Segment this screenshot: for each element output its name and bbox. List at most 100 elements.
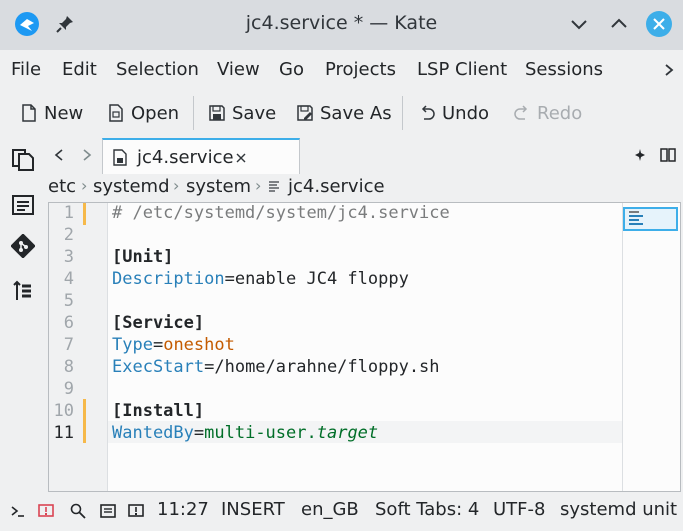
code-line[interactable]: Type=oneshot xyxy=(112,335,235,355)
tab-label: jc4.service xyxy=(137,147,234,168)
code-line[interactable]: Description=enable JC4 floppy xyxy=(112,269,409,289)
line-number: 8 xyxy=(63,357,74,377)
menu-file[interactable]: File xyxy=(11,59,41,80)
tab-close-icon[interactable] xyxy=(235,152,247,164)
code-token: target xyxy=(316,423,379,443)
breadcrumb-systemd[interactable]: systemd xyxy=(93,176,170,197)
breadcrumb-etc[interactable]: etc xyxy=(48,176,76,197)
code-token: Type xyxy=(112,335,153,355)
minimap-line xyxy=(629,215,643,217)
status-bar: 11:27 INSERT en_GB Soft Tabs: 4 UTF-8 sy… xyxy=(0,492,683,531)
minimap-line xyxy=(629,223,643,225)
breadcrumb-system[interactable]: system xyxy=(186,176,251,197)
menu-lsp-client[interactable]: LSP Client xyxy=(417,59,507,80)
line-number: 5 xyxy=(63,291,74,311)
open-button[interactable]: Open xyxy=(107,100,179,126)
menu-overflow-icon[interactable] xyxy=(662,62,676,78)
breadcrumb-separator-icon: › xyxy=(173,176,180,195)
minimap-line xyxy=(629,211,639,213)
breadcrumb-separator-icon: › xyxy=(255,176,262,195)
new-document-icon xyxy=(22,104,36,122)
text-file-icon xyxy=(269,181,279,192)
new-button[interactable]: New xyxy=(20,100,83,126)
save-button[interactable]: Save xyxy=(208,100,276,126)
code-token: = xyxy=(152,335,164,355)
code-token: # /etc/systemd/system/jc4.service xyxy=(112,203,450,223)
line-number: 9 xyxy=(63,379,74,399)
menu-edit[interactable]: Edit xyxy=(62,59,97,80)
split-view-icon[interactable] xyxy=(660,148,676,162)
breadcrumb-file[interactable]: jc4.service xyxy=(288,176,385,197)
code-token: [Service] xyxy=(112,313,205,333)
tab-jc4-service[interactable]: jc4.service xyxy=(102,138,300,174)
minimize-icon[interactable] xyxy=(566,11,592,37)
save-label: Save xyxy=(232,102,277,124)
code-token: oneshot xyxy=(163,335,235,355)
lsp-info-icon[interactable] xyxy=(128,503,144,519)
search-icon[interactable] xyxy=(70,503,86,519)
input-mode[interactable]: INSERT xyxy=(221,499,285,520)
undo-label: Undo xyxy=(442,102,490,124)
code-token: ExecStart xyxy=(112,357,205,377)
save-as-label: Save As xyxy=(320,102,392,124)
editor-view[interactable]: 1 2 3 4 5 6 7 8 9 10 11 # /etc/systemd/system/jc4.… xyxy=(48,202,681,492)
breadcrumb: etc › systemd › system › jc4.service xyxy=(46,174,683,200)
code-line[interactable]: ExecStart=/home/arahne/floppy.sh xyxy=(112,357,440,377)
git-icon[interactable] xyxy=(11,234,35,258)
indentation-settings[interactable]: Soft Tabs: 4 xyxy=(375,499,479,520)
close-window-button[interactable] xyxy=(646,11,672,37)
toolbar: New Open Save Save As Undo Redo xyxy=(0,90,683,136)
dictionary[interactable]: en_GB xyxy=(301,499,359,520)
quick-open-icon[interactable] xyxy=(634,148,646,162)
maximize-icon[interactable] xyxy=(606,11,632,37)
line-number: 7 xyxy=(63,335,74,355)
cursor-position[interactable]: 11:27 xyxy=(157,499,209,520)
output-icon[interactable] xyxy=(100,503,116,519)
project-tree-icon[interactable] xyxy=(11,279,35,303)
diagnostics-icon[interactable] xyxy=(38,503,54,519)
close-icon xyxy=(653,18,665,30)
terminal-icon[interactable] xyxy=(10,503,26,519)
documents-icon[interactable] xyxy=(11,148,35,172)
toolbar-separator xyxy=(402,96,403,130)
code-line[interactable]: # /etc/systemd/system/jc4.service xyxy=(112,203,450,223)
undo-icon xyxy=(421,105,435,120)
code-token: =enable JC4 floppy xyxy=(224,269,409,289)
encoding[interactable]: UTF-8 xyxy=(493,499,545,520)
toolbar-separator xyxy=(193,96,194,130)
save-as-button[interactable]: Save As xyxy=(296,100,392,126)
code-token: WantedBy xyxy=(112,423,194,443)
code-line[interactable]: [Install] xyxy=(112,401,204,421)
menu-go[interactable]: Go xyxy=(279,59,304,80)
symbols-list-icon[interactable] xyxy=(11,193,35,217)
menu-view[interactable]: View xyxy=(217,59,260,80)
undo-button[interactable]: Undo xyxy=(418,100,489,126)
save-as-icon xyxy=(297,105,313,121)
menu-selection[interactable]: Selection xyxy=(116,59,199,80)
modified-line-marker xyxy=(83,399,86,443)
line-number: 10 xyxy=(53,401,74,421)
tab-forward-icon[interactable] xyxy=(80,148,94,162)
menu-projects[interactable]: Projects xyxy=(325,59,396,80)
line-number: 1 xyxy=(63,203,74,223)
modified-document-icon xyxy=(113,149,127,166)
open-document-icon xyxy=(109,104,123,122)
line-number: 6 xyxy=(63,313,74,333)
redo-button[interactable]: Redo xyxy=(513,100,582,126)
code-line[interactable]: WantedBy=multi-user.target xyxy=(112,423,378,443)
minimap-line xyxy=(629,219,639,221)
tab-back-icon[interactable] xyxy=(52,148,66,162)
code-token: [Unit] xyxy=(112,247,174,267)
minimap[interactable] xyxy=(622,203,681,491)
code-line[interactable]: [Unit] xyxy=(112,247,173,267)
menu-sessions[interactable]: Sessions xyxy=(525,59,603,80)
line-number: 4 xyxy=(63,269,74,289)
left-sidebar xyxy=(0,136,46,492)
syntax-mode[interactable]: systemd unit xyxy=(560,499,677,520)
title-bar: jc4.service * — Kate xyxy=(0,0,683,50)
code-line[interactable]: [Service] xyxy=(112,313,204,333)
line-number: 3 xyxy=(63,247,74,267)
code-token: Description xyxy=(112,269,225,289)
tab-bar: jc4.service xyxy=(46,136,683,174)
redo-icon xyxy=(514,105,528,120)
